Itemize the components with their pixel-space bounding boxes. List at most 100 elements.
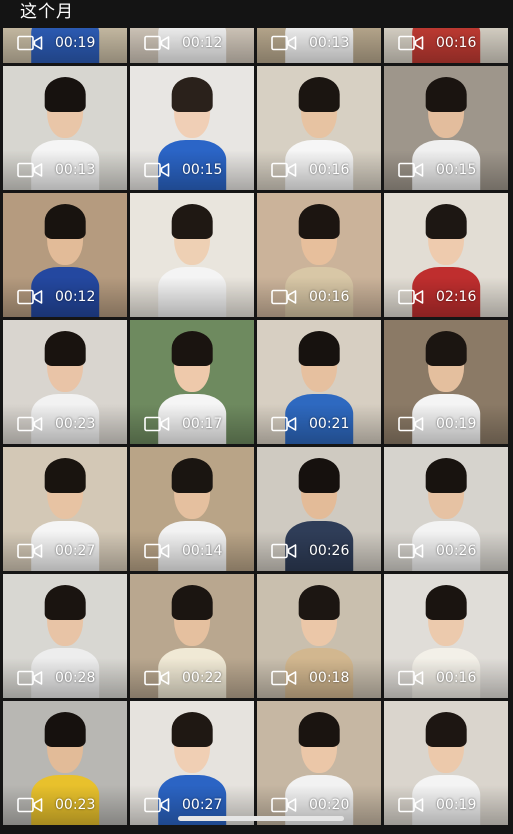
video-thumbnail[interactable]: 00:17 [130,320,254,444]
video-thumbnail[interactable]: 00:28 [3,574,127,698]
video-duration: 00:21 [309,416,350,432]
video-camera-icon [144,797,170,813]
video-camera-icon [271,162,297,178]
video-duration: 00:19 [436,416,477,432]
video-duration: 00:23 [55,416,96,432]
video-thumbnail[interactable]: 00:23 [3,320,127,444]
video-meta: 00:19 [398,797,476,813]
video-thumbnail[interactable]: 02:16 [384,193,508,317]
video-thumbnail[interactable] [130,193,254,317]
video-camera-icon [17,797,43,813]
video-camera-icon [398,162,424,178]
video-camera-icon [398,543,424,559]
video-meta: 00:12 [17,289,95,305]
video-duration: 00:22 [182,670,223,686]
section-header: 这个月 [0,0,513,28]
video-meta: 00:14 [144,543,222,559]
video-meta: 00:19 [17,35,95,51]
video-grid: 00:19 00:12 00:13 00:16 00:13 00:15 00:16 00:15… [0,0,513,834]
video-duration: 00:20 [309,797,350,813]
video-camera-icon [144,416,170,432]
video-duration: 00:28 [55,670,96,686]
video-thumbnail[interactable]: 00:26 [384,447,508,571]
video-meta: 00:13 [271,35,349,51]
video-camera-icon [398,416,424,432]
video-duration: 02:16 [436,289,477,305]
video-thumbnail[interactable]: 00:15 [130,66,254,190]
video-duration: 00:27 [55,543,96,559]
video-thumbnail[interactable]: 00:27 [3,447,127,571]
video-camera-icon [398,670,424,686]
video-thumbnail[interactable]: 00:16 [257,193,381,317]
video-duration: 00:12 [182,35,223,51]
video-duration: 00:15 [182,162,223,178]
video-camera-icon [271,416,297,432]
video-meta: 00:21 [271,416,349,432]
video-thumbnail[interactable]: 00:27 [130,701,254,825]
video-camera-icon [144,35,170,51]
video-meta: 00:19 [398,416,476,432]
video-duration: 00:15 [436,162,477,178]
video-duration: 00:23 [55,797,96,813]
video-camera-icon [271,543,297,559]
video-meta: 00:23 [17,416,95,432]
video-thumbnail[interactable]: 00:12 [3,193,127,317]
video-meta: 00:16 [271,289,349,305]
video-camera-icon [144,670,170,686]
video-thumbnail[interactable]: 00:14 [130,447,254,571]
video-duration: 00:13 [309,35,350,51]
video-camera-icon [398,289,424,305]
video-thumbnail[interactable]: 00:16 [257,66,381,190]
video-meta: 00:13 [17,162,95,178]
video-duration: 00:18 [309,670,350,686]
video-duration: 00:16 [309,289,350,305]
video-meta: 00:28 [17,670,95,686]
video-thumbnail[interactable]: 00:19 [384,701,508,825]
video-camera-icon [271,289,297,305]
video-duration: 00:16 [436,670,477,686]
video-camera-icon [17,670,43,686]
video-camera-icon [17,543,43,559]
video-meta: 00:18 [271,670,349,686]
video-camera-icon [17,416,43,432]
video-meta: 00:27 [17,543,95,559]
video-thumbnail[interactable]: 00:21 [257,320,381,444]
video-duration: 00:16 [309,162,350,178]
video-meta: 00:23 [17,797,95,813]
video-camera-icon [17,162,43,178]
video-duration: 00:27 [182,797,223,813]
video-camera-icon [398,35,424,51]
video-thumbnail[interactable]: 00:13 [3,66,127,190]
video-camera-icon [17,289,43,305]
video-meta: 00:22 [144,670,222,686]
video-meta: 00:15 [398,162,476,178]
video-camera-icon [271,797,297,813]
video-duration: 00:16 [436,35,477,51]
video-camera-icon [398,797,424,813]
video-meta: 00:20 [271,797,349,813]
video-duration: 00:17 [182,416,223,432]
video-thumbnail[interactable]: 00:20 [257,701,381,825]
video-thumbnail[interactable]: 00:16 [384,574,508,698]
video-camera-icon [17,35,43,51]
video-meta: 00:27 [144,797,222,813]
video-duration: 00:26 [436,543,477,559]
video-meta: 00:26 [398,543,476,559]
video-meta: 00:26 [271,543,349,559]
video-duration: 00:19 [436,797,477,813]
home-indicator[interactable] [178,816,344,821]
video-thumbnail[interactable]: 00:26 [257,447,381,571]
video-thumbnail[interactable]: 00:23 [3,701,127,825]
video-thumbnail[interactable]: 00:18 [257,574,381,698]
video-thumbnail[interactable]: 00:15 [384,66,508,190]
video-duration: 00:13 [55,162,96,178]
video-duration: 00:19 [55,35,96,51]
video-camera-icon [144,162,170,178]
video-meta: 00:12 [144,35,222,51]
video-thumbnail[interactable]: 00:19 [384,320,508,444]
video-meta: 00:16 [398,35,476,51]
video-thumbnail[interactable]: 00:22 [130,574,254,698]
video-meta: 02:16 [398,289,476,305]
video-duration: 00:12 [55,289,96,305]
video-duration: 00:26 [309,543,350,559]
